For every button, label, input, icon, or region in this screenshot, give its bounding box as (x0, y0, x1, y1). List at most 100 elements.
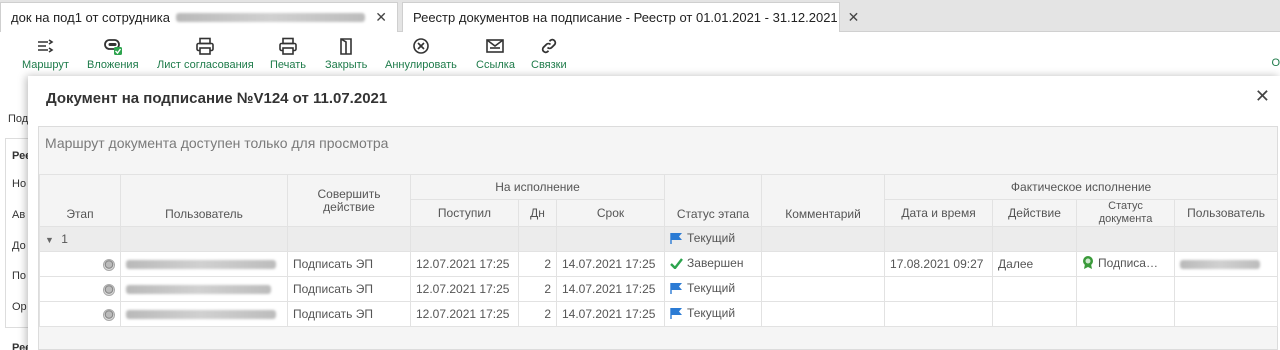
redacted-user (126, 260, 276, 270)
col-comment[interactable]: Комментарий (761, 174, 886, 227)
links-button[interactable]: Связки (531, 36, 567, 71)
close-icon[interactable]: ✕ (375, 9, 387, 26)
signed-badge-icon (1083, 256, 1094, 269)
mail-icon (485, 36, 505, 56)
attachments-icon (103, 36, 123, 56)
doc-status: Подписа… (1082, 255, 1158, 270)
col-group-on-exec: На исполнение (409, 174, 666, 200)
stage-group-row[interactable]: ▼ 1 Текущий (39, 226, 1279, 252)
col-action[interactable]: Совершить действие (287, 174, 411, 227)
route-table: Этап Пользователь Совершить действие На … (39, 174, 1279, 327)
col-deadline[interactable]: Срок (555, 199, 666, 227)
redacted-user (126, 285, 271, 295)
days-cell: 2 (518, 251, 557, 277)
table-row[interactable]: Подписать ЭП 12.07.2021 17:25 2 14.07.20… (39, 301, 1279, 327)
status-badge: Завершен (670, 256, 743, 270)
datetime-cell (884, 276, 994, 302)
user-status-icon (103, 258, 115, 271)
redacted-user (126, 310, 276, 320)
col-user[interactable]: Пользователь (120, 174, 288, 227)
datetime-cell (884, 301, 994, 327)
action-cell: Подписать ЭП (287, 301, 411, 327)
flag-icon (670, 308, 683, 319)
close-doc-button[interactable]: Закрыть (325, 36, 367, 71)
col-datetime[interactable]: Дата и время (884, 199, 994, 227)
tab-document[interactable]: док на под1 от сотрудника ✕ (0, 2, 398, 32)
days-cell: 2 (518, 276, 557, 302)
status-badge: Текущий (670, 231, 735, 245)
table-row[interactable]: Подписать ЭП 12.07.2021 17:25 2 14.07.20… (39, 276, 1279, 302)
link-button[interactable]: Ссылка (476, 36, 515, 71)
col-stage[interactable]: Этап (39, 174, 121, 227)
route-icon (35, 36, 55, 56)
check-icon (670, 258, 683, 269)
stage-group-cell[interactable]: ▼ 1 (39, 226, 121, 252)
act-user-cell (1174, 276, 1279, 302)
close-icon[interactable]: ✕ (848, 9, 860, 26)
col-received[interactable]: Поступил (410, 199, 519, 227)
col-group-actual: Фактическое исполнение (884, 174, 1279, 200)
stage-number: 1 (61, 232, 68, 246)
deadline-cell: 14.07.2021 17:25 (555, 251, 666, 277)
readonly-notice: Маршрут документа доступен только для пр… (45, 135, 389, 151)
cancel-circle-icon (411, 36, 431, 56)
doc-status-cell (1076, 276, 1176, 302)
comment-cell (761, 276, 886, 302)
flag-icon (670, 283, 683, 294)
col-act[interactable]: Действие (992, 199, 1078, 227)
received-cell: 12.07.2021 17:25 (410, 301, 519, 327)
toolbar: Маршрут Вложения Лист согласования Печат… (0, 32, 1280, 76)
act-cell (992, 276, 1078, 302)
act-cell: Далее (992, 251, 1078, 277)
col-stage-status[interactable]: Статус этапа (664, 174, 763, 227)
route-panel: Маршрут документа доступен только для пр… (38, 126, 1279, 350)
comment-cell (761, 301, 886, 327)
background-label: Но (12, 178, 27, 190)
days-cell: 2 (518, 301, 557, 327)
action-cell: Подписать ЭП (287, 276, 411, 302)
tab-registry[interactable]: Реестр документов на подписание - Реестр… (402, 2, 859, 32)
tab-label: Реестр документов на подписание - Реестр… (413, 10, 838, 25)
deadline-cell: 14.07.2021 17:25 (555, 301, 666, 327)
status-badge: Текущий (670, 306, 735, 320)
datetime-cell: 17.08.2021 09:27 (884, 251, 994, 277)
received-cell: 12.07.2021 17:25 (410, 276, 519, 302)
caret-down-icon[interactable]: ▼ (45, 235, 54, 245)
col-act-user[interactable]: Пользователь (1174, 199, 1279, 227)
attachments-button[interactable]: Вложения (87, 36, 139, 71)
tab-bar: док на под1 от сотрудника ✕ Реестр докум… (0, 0, 1280, 32)
background-label: До (12, 240, 26, 252)
redacted-name (175, 13, 366, 22)
tab-label: док на под1 от сотрудника (11, 10, 170, 25)
background-label: Под (8, 113, 29, 125)
background-label: По (12, 270, 27, 282)
background-label: Ав (12, 209, 26, 221)
close-icon[interactable]: ✕ (1255, 86, 1270, 107)
received-cell: 12.07.2021 17:25 (410, 251, 519, 277)
print-button[interactable]: Печать (270, 36, 306, 71)
redacted-user (1180, 260, 1261, 270)
status-badge: Текущий (670, 281, 735, 295)
approval-sheet-button[interactable]: Лист согласования (157, 36, 254, 71)
flag-icon (670, 233, 683, 244)
annul-button[interactable]: Аннулировать (385, 36, 457, 71)
route-dialog: Документ на подписание №V124 от 11.07.20… (28, 76, 1280, 350)
comment-cell (761, 251, 886, 277)
act-cell (992, 301, 1078, 327)
print-icon (278, 36, 298, 56)
table-row[interactable]: Подписать ЭП 12.07.2021 17:25 2 14.07.20… (39, 251, 1279, 277)
doc-status-cell (1076, 301, 1176, 327)
col-days[interactable]: Дн (518, 199, 557, 227)
close-doc-icon (336, 36, 356, 56)
dialog-title: Документ на подписание №V124 от 11.07.20… (46, 90, 388, 107)
act-user-cell (1174, 301, 1279, 327)
user-status-icon (103, 283, 115, 296)
user-status-icon (103, 308, 115, 321)
col-doc-status[interactable]: Статус документа (1076, 199, 1176, 227)
background-label: Ор (12, 301, 27, 313)
deadline-cell: 14.07.2021 17:25 (555, 276, 666, 302)
toolbar-right-label[interactable]: О (1271, 57, 1280, 69)
action-cell: Подписать ЭП (287, 251, 411, 277)
print-icon (195, 36, 215, 56)
route-button[interactable]: Маршрут (22, 36, 69, 71)
